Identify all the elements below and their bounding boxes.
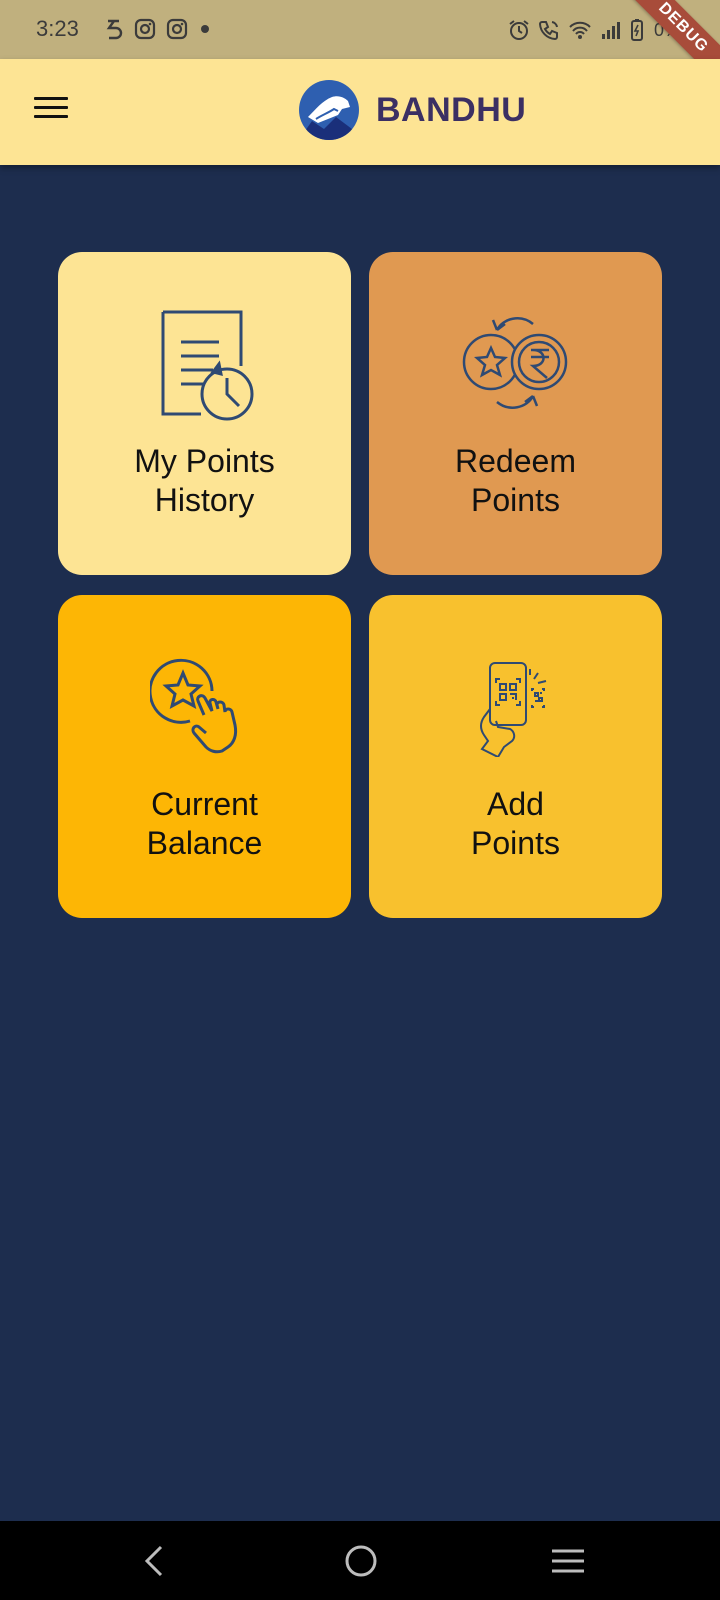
add-points-label: Add Points [471, 786, 560, 861]
qr-scan-phone-icon [461, 647, 571, 767]
add-points-tile[interactable]: Add Points [369, 595, 662, 918]
battery-icon [630, 19, 643, 41]
current-balance-label: Current Balance [146, 786, 263, 861]
call-icon [538, 21, 558, 41]
back-icon[interactable] [128, 1539, 178, 1583]
redeem-points-tile[interactable]: Redeem Points [369, 252, 662, 575]
coin-exchange-icon [461, 304, 571, 424]
s-app-icon [106, 19, 123, 40]
my-points-history-label: My Points History [134, 443, 275, 518]
app-bar: BANDHU [0, 59, 720, 165]
document-history-icon [150, 304, 260, 424]
brand: BANDHU [298, 79, 526, 141]
instagram-icon [166, 18, 188, 40]
system-nav-bar [0, 1521, 720, 1600]
recents-icon[interactable] [543, 1539, 593, 1583]
hamburger-menu-icon[interactable] [30, 91, 74, 131]
status-time: 3:23 [36, 16, 79, 41]
alarm-icon [509, 20, 529, 40]
my-points-history-tile[interactable]: My Points History [58, 252, 351, 575]
star-tap-icon [149, 647, 260, 767]
dashboard-tiles: My Points History Redeem Points Current [58, 252, 662, 918]
current-balance-tile[interactable]: Current Balance [58, 595, 351, 918]
wifi-icon [569, 21, 591, 39]
status-notification-icons [104, 18, 212, 40]
home-icon[interactable] [336, 1539, 386, 1583]
status-bar: 3:23 0% [0, 0, 720, 59]
dot-icon [201, 25, 209, 33]
handshake-logo-icon [299, 80, 359, 140]
signal-icon [601, 22, 620, 39]
redeem-points-label: Redeem Points [455, 443, 576, 518]
app-title: BANDHU [376, 90, 527, 129]
instagram-icon [134, 18, 156, 40]
status-system-icons: 0% [508, 18, 680, 42]
